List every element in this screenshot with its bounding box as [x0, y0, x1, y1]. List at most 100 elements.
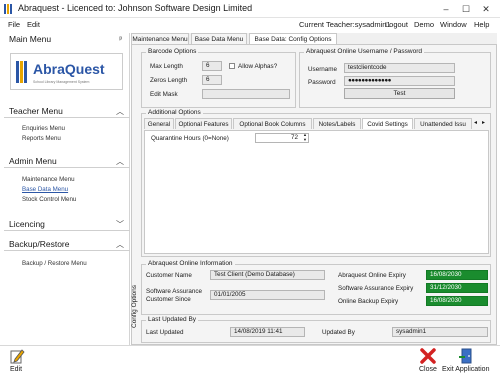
exit-door-icon	[459, 348, 472, 364]
current-teacher: Current Teacher:sysadmin1	[299, 20, 391, 29]
online-expiry-field[interactable]: 16/08/2030	[426, 270, 488, 280]
sidebar-item-base-data[interactable]: Base Data Menu	[22, 186, 68, 193]
tab-config-options[interactable]: Base Data: Config Options	[249, 33, 337, 44]
subtab-optional-features[interactable]: Optional Features	[175, 118, 232, 129]
max-length-label: Max Length	[150, 63, 183, 70]
window-title: Abraquest - Licenced to: Johnson Softwar…	[18, 3, 253, 13]
close-window-button[interactable]: ✕	[478, 2, 494, 16]
backup-title: Backup/Restore	[9, 239, 70, 249]
minimize-button[interactable]: –	[438, 2, 454, 16]
menu-window[interactable]: Window	[440, 20, 467, 29]
config-options-caption: Config Options	[131, 285, 138, 328]
admin-menu-title: Admin Menu	[9, 156, 57, 166]
books-icon	[16, 61, 27, 83]
maximize-button[interactable]: ☐	[458, 2, 474, 16]
last-updated-title: Last Updated By	[146, 316, 199, 323]
menu-help[interactable]: Help	[474, 20, 489, 29]
customer-name-field[interactable]: Test Client (Demo Database)	[210, 270, 325, 280]
sidebar-item-stock-control[interactable]: Stock Control Menu	[22, 196, 76, 203]
app-logo-icon	[4, 4, 12, 14]
brand-tagline: School Library Management System	[33, 80, 90, 84]
chevron-up-icon[interactable]: ︿	[116, 105, 124, 118]
zeros-length-label: Zeros Length	[150, 77, 188, 84]
quarantine-hours-label: Quarantine Hours (0=None)	[151, 135, 229, 142]
quarantine-hours-field[interactable]: 72	[255, 133, 309, 143]
backup-header[interactable]: Backup/Restore ︿	[4, 238, 130, 251]
teacher-menu-header[interactable]: Teacher Menu ︿	[4, 105, 130, 118]
teacher-menu-title: Teacher Menu	[9, 106, 63, 116]
main-menu-title: Main Menu	[9, 34, 52, 44]
content-area: Maintenance Menu Base Data Menu Base Dat…	[131, 33, 497, 345]
updated-by-label: Updated By	[322, 329, 355, 336]
last-updated-field[interactable]: 14/08/2019 11:41	[230, 327, 305, 337]
menu-file[interactable]: File	[8, 20, 20, 29]
max-length-field[interactable]: 6	[202, 61, 222, 71]
password-label: Password	[308, 79, 336, 86]
username-field[interactable]: testclientcode	[344, 63, 455, 73]
pencil-edit-icon	[10, 349, 25, 364]
menu-logout[interactable]: Logout	[385, 20, 408, 29]
edit-label: Edit	[10, 366, 23, 373]
sa-since-label-1: Software Assurance	[146, 288, 203, 295]
sidebar-item-backup-restore[interactable]: Backup / Restore Menu	[22, 260, 87, 267]
licencing-title: Licencing	[9, 219, 45, 229]
main-menu-header: Main Menu ᵖ	[4, 33, 130, 46]
password-field[interactable]: ●●●●●●●●●●●●●	[344, 76, 455, 86]
sa-expiry-field[interactable]: 31/12/2030	[426, 283, 488, 293]
footer-toolbar: Edit Close Exit Application	[0, 345, 500, 379]
close-label: Close	[419, 366, 437, 373]
menu-edit[interactable]: Edit	[27, 20, 40, 29]
online-expiry-label: Abraquest Online Expiry	[338, 272, 406, 279]
test-button[interactable]: Test	[344, 88, 455, 99]
additional-options-title: Additional Options	[146, 109, 203, 116]
chevron-up-icon[interactable]: ︿	[116, 238, 124, 251]
sidebar-item-enquiries[interactable]: Enquiries Menu	[22, 125, 65, 132]
zeros-length-field[interactable]: 6	[202, 75, 222, 85]
scroll-left-icon[interactable]: ◂	[474, 119, 477, 126]
subtab-unattended-issue[interactable]: Unattended Issu	[414, 118, 472, 129]
backup-expiry-field[interactable]: 16/08/2030	[426, 296, 488, 306]
edit-button[interactable]: Edit	[8, 348, 30, 378]
updated-by-field[interactable]: sysadmin1	[392, 327, 488, 337]
licencing-header[interactable]: Licencing ﹀	[4, 218, 130, 231]
last-updated-label: Last Updated	[146, 329, 184, 336]
sa-expiry-label: Software Assurance Expiry	[338, 285, 414, 292]
tab-maintenance-menu[interactable]: Maintenance Menu	[131, 33, 189, 44]
menu-demo[interactable]: Demo	[414, 20, 434, 29]
scroll-right-icon[interactable]: ▸	[482, 119, 485, 126]
subtab-optional-book-columns[interactable]: Optional Book Columns	[233, 118, 312, 129]
sidebar-item-maintenance[interactable]: Maintenance Menu	[22, 176, 75, 183]
stepper-icon[interactable]: ▲ ▼	[303, 132, 307, 142]
sa-since-field[interactable]: 01/01/2005	[210, 290, 325, 300]
brand-logo: AbraQuest School Library Management Syst…	[10, 53, 123, 90]
customer-name-label: Customer Name	[146, 272, 192, 279]
subtab-general[interactable]: General	[144, 118, 174, 129]
close-x-icon	[420, 348, 436, 364]
subtab-strip: General Optional Features Optional Book …	[144, 118, 489, 130]
barcode-options-title: Barcode Options	[146, 48, 199, 55]
close-button[interactable]: Close	[418, 348, 440, 378]
brand-name: AbraQuest	[33, 61, 105, 77]
allow-alphas-checkbox[interactable]	[229, 63, 235, 69]
username-label: Username	[308, 66, 338, 73]
chevron-up-icon[interactable]: ︿	[116, 155, 124, 168]
exit-application-button[interactable]: Exit Application	[440, 348, 496, 378]
menu-bar: File Edit Current Teacher:sysadmin1 Logo…	[0, 19, 500, 31]
edit-mask-label: Edit Mask	[150, 91, 178, 98]
online-info-title: Abraquest Online Information	[146, 260, 235, 267]
title-bar: Abraquest - Licenced to: Johnson Softwar…	[0, 0, 500, 18]
online-login-title: Abraquest Online Username / Password	[304, 48, 424, 55]
chevron-down-icon[interactable]: ﹀	[116, 218, 124, 231]
tab-panel: Barcode Options Max Length 6 Allow Alpha…	[131, 44, 497, 345]
covid-settings-panel: Quarantine Hours (0=None) 72 ▲ ▼	[144, 130, 489, 254]
sa-since-label-2: Customer Since	[146, 296, 191, 303]
pin-icon[interactable]: ᵖ	[119, 33, 122, 46]
allow-alphas-label: Allow Alphas?	[238, 63, 278, 70]
sidebar-item-reports[interactable]: Reports Menu	[22, 135, 61, 142]
subtab-notes-labels[interactable]: Notes/Labels	[313, 118, 361, 129]
subtab-covid-settings[interactable]: Covid Settings	[362, 118, 413, 129]
edit-mask-field[interactable]	[202, 89, 290, 99]
tab-base-data-menu[interactable]: Base Data Menu	[191, 33, 247, 44]
backup-expiry-label: Online Backup Expiry	[338, 298, 399, 305]
admin-menu-header[interactable]: Admin Menu ︿	[4, 155, 130, 168]
